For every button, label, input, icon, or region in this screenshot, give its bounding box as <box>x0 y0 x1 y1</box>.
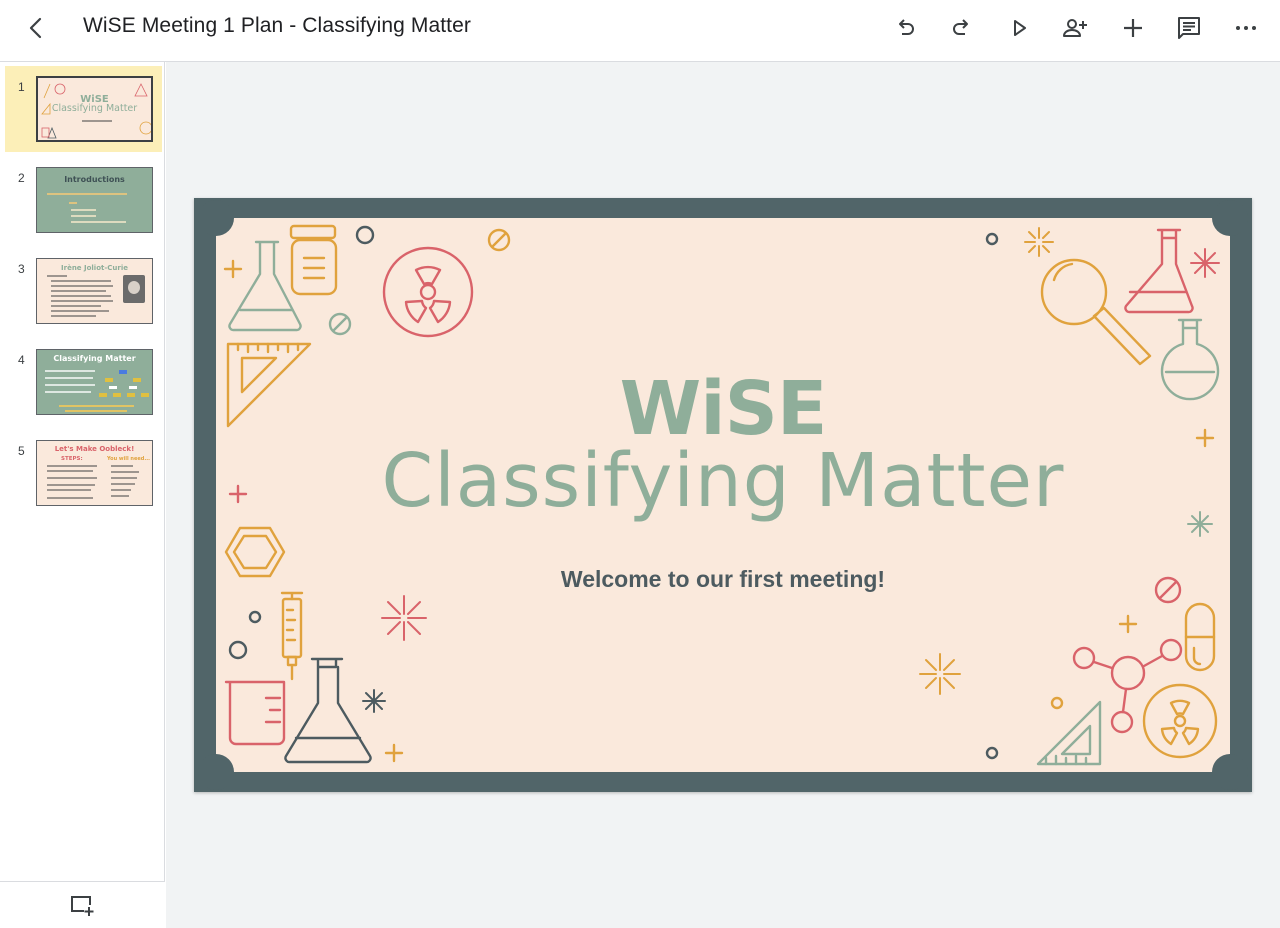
thumbnail-preview: Let's Make Oobleck! STEPS: You will need… <box>36 440 153 506</box>
radiation-icon <box>382 246 474 338</box>
slide-filmstrip: 1 WiSE Classifying Matter 2 Introduction… <box>0 62 165 928</box>
beaker-icon <box>224 680 286 746</box>
circle-icon <box>985 232 999 246</box>
thumb-title: Irène Joliot-Curie <box>61 264 128 272</box>
thumb-needs-heading: You will need... <box>107 456 151 462</box>
slide-number: 5 <box>18 444 25 458</box>
slide-number: 3 <box>18 262 25 276</box>
plus-icon <box>384 743 404 763</box>
insert-button[interactable] <box>1115 11 1151 45</box>
slide-canvas: WiSE Classifying Matter Welcome to our f… <box>166 62 1280 928</box>
thumbnail-preview: Introductions <box>36 167 153 233</box>
redo-button[interactable] <box>944 11 980 45</box>
slide-thumbnail-4[interactable]: 4 Classifying Matter <box>5 339 162 425</box>
redo-icon <box>953 19 968 35</box>
circle-icon <box>355 225 375 245</box>
pill-icon <box>487 228 511 252</box>
back-arrow-icon <box>29 17 42 39</box>
syringe-icon <box>280 591 304 681</box>
insert-plus-icon <box>1124 19 1142 37</box>
sparkle-icon <box>381 595 427 641</box>
circle-icon <box>228 640 248 660</box>
asterisk-icon <box>1190 248 1220 278</box>
undo-icon <box>899 19 914 35</box>
flask-icon <box>284 657 372 764</box>
circle-icon <box>248 610 262 624</box>
capsule-icon <box>1184 602 1216 672</box>
comments-button[interactable] <box>1171 11 1207 45</box>
document-title[interactable]: WiSE Meeting 1 Plan - Classifying Matter <box>83 14 471 38</box>
new-slide-button[interactable] <box>69 894 95 918</box>
current-slide[interactable]: WiSE Classifying Matter Welcome to our f… <box>194 198 1252 792</box>
slide-thumbnail-1[interactable]: 1 WiSE Classifying Matter <box>5 66 162 152</box>
plus-icon <box>1118 614 1138 634</box>
thumb-title: Classifying Matter <box>53 354 136 363</box>
top-app-bar: WiSE Meeting 1 Plan - Classifying Matter <box>0 0 1280 62</box>
slide-number: 1 <box>18 80 25 94</box>
set-square-icon <box>1036 700 1102 766</box>
pill-icon <box>328 312 352 336</box>
thumb-title: Introductions <box>64 175 125 184</box>
present-button[interactable] <box>1001 11 1037 45</box>
share-add-person-icon <box>1063 19 1087 37</box>
flask-icon <box>1124 228 1194 314</box>
jar-icon <box>289 224 338 296</box>
thumbnail-preview: WiSE Classifying Matter <box>36 76 153 142</box>
slide-thumbnail-2[interactable]: 2 Introductions <box>5 157 162 243</box>
flask-icon <box>228 240 302 332</box>
sparkle-icon <box>919 653 961 695</box>
slide-number: 2 <box>18 171 25 185</box>
thumb-title: Let's Make Oobleck! <box>54 445 135 453</box>
filmstrip-footer <box>0 881 165 928</box>
more-options-button[interactable] <box>1228 11 1264 45</box>
thumb-steps-heading: STEPS: <box>61 456 83 462</box>
radiation-icon <box>1142 683 1218 759</box>
slide-subtitle[interactable]: Welcome to our first meeting! <box>216 566 1230 593</box>
thumb-decorations <box>41 83 151 139</box>
share-button[interactable] <box>1057 11 1093 45</box>
present-play-icon <box>1014 20 1026 36</box>
thumbnail-preview: Classifying Matter <box>36 349 153 415</box>
circle-icon <box>985 746 999 760</box>
slide-number: 4 <box>18 353 25 367</box>
slide-thumbnail-5[interactable]: 5 Let's Make Oobleck! STEPS: You will ne… <box>5 430 162 516</box>
thumbnail-preview: Irène Joliot-Curie <box>36 258 153 324</box>
back-button[interactable] <box>20 10 52 46</box>
undo-button[interactable] <box>887 11 923 45</box>
slide-title[interactable]: Classifying Matter <box>216 438 1230 524</box>
slide-content-area: WiSE Classifying Matter Welcome to our f… <box>198 200 1248 790</box>
circle-icon <box>1050 696 1064 710</box>
new-slide-icon <box>71 896 94 916</box>
portrait-photo <box>123 275 145 303</box>
sparkle-icon <box>1024 227 1054 257</box>
plus-icon <box>223 259 243 279</box>
molecule-icon <box>1072 638 1183 734</box>
comments-icon <box>1178 17 1200 39</box>
more-options-icon <box>1236 26 1256 30</box>
asterisk-icon <box>362 689 386 713</box>
slide-thumbnail-3[interactable]: 3 Irène Joliot-Curie <box>5 248 162 334</box>
